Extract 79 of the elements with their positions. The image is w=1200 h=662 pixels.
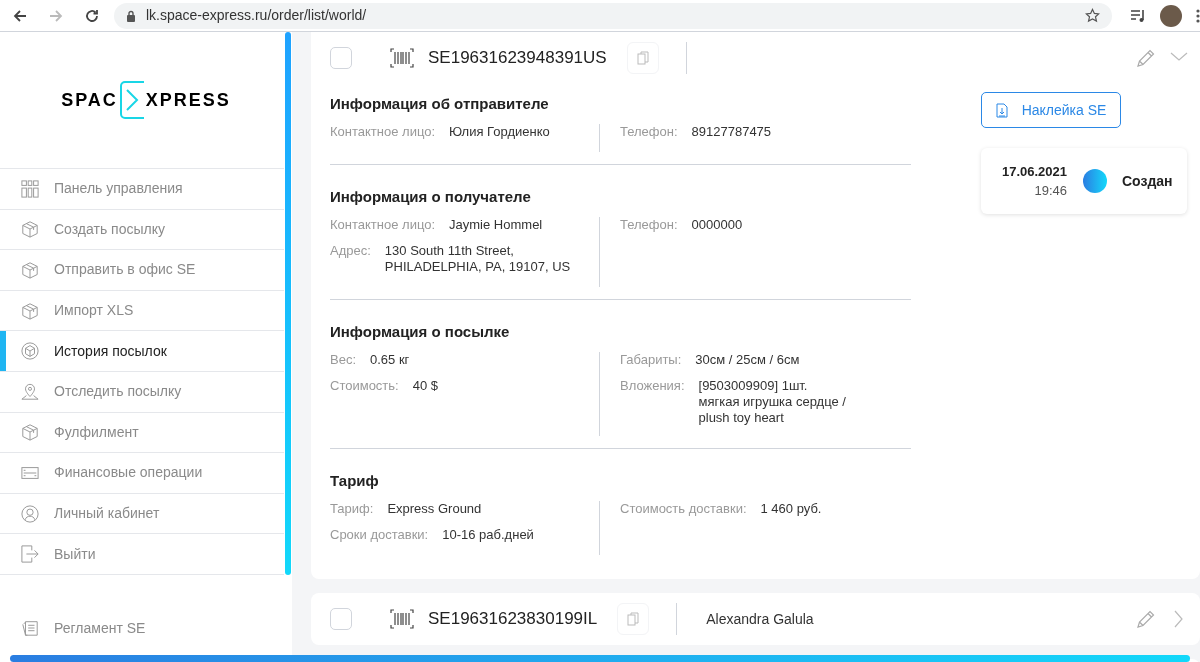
status-time: 19:46	[1034, 182, 1067, 200]
field-value: 40 $	[412, 378, 438, 394]
sidebar-item[interactable]: Отправить в офис SE	[0, 250, 284, 291]
menu-icon[interactable]	[1196, 8, 1200, 23]
barcode-icon	[390, 609, 414, 629]
sidebar-item[interactable]: Создать посылку	[0, 209, 284, 251]
sidebar-item[interactable]: Отследить посылку	[0, 371, 284, 413]
field-value: Юлия Гордиенко	[449, 124, 550, 140]
sidebar-item[interactable]: Фулфилмент	[0, 412, 284, 454]
user-circle-icon	[21, 504, 39, 523]
sticker-button[interactable]: Наклейка SE	[981, 92, 1121, 128]
section-title: Информация об отправителе	[330, 93, 550, 114]
pencil-icon[interactable]	[1136, 609, 1156, 629]
url-text: lk.space-express.ru/order/list/world/	[146, 6, 367, 25]
field-value: [9503009909] 1шт. мягкая игрушка сердце / plush toy heart	[698, 378, 846, 426]
file-download-icon	[995, 102, 1008, 118]
field-label: Адрес:	[330, 243, 371, 260]
tracking-number: SE19631623830199IL	[428, 608, 598, 631]
copy-icon	[627, 612, 640, 626]
status-label: Создан	[1122, 171, 1173, 191]
field-label: Стоимость:	[330, 378, 399, 394]
sidebar-item[interactable]: Финансовые операции	[0, 453, 284, 494]
section-title: Информация о получателе	[330, 186, 532, 207]
sidebar-item[interactable]: Личный кабинет	[0, 493, 284, 535]
sidebar-item[interactable]: История посылок	[0, 331, 284, 372]
field-label: Тариф:	[330, 501, 374, 517]
field-value: 10-16 раб.дней	[442, 527, 534, 543]
field-value: Jaymie Hommel	[449, 217, 543, 233]
logout-icon	[21, 545, 39, 564]
field-value: 130 South 11th Street, PHILADELPHIA, PA, 19107, US	[384, 243, 571, 275]
address-bar[interactable]: lk.space-express.ru/order/list/world/	[114, 2, 1112, 29]
grid-icon	[21, 179, 39, 198]
box-circle-icon	[21, 342, 39, 361]
bookmark-star-icon[interactable]	[1085, 8, 1100, 23]
field-label: Телефон:	[620, 124, 678, 140]
sidebar-item[interactable]: Выйти	[0, 534, 284, 575]
field-label: Стоимость доставки:	[620, 501, 747, 517]
field-label: Контактное лицо:	[330, 124, 436, 140]
field-label: Телефон:	[620, 217, 678, 233]
logo: SPAC XPRESS	[61, 81, 231, 119]
box-icon	[21, 261, 39, 279]
horizontal-scrollbar[interactable]	[10, 655, 1190, 662]
back-icon[interactable]	[12, 7, 28, 24]
avatar[interactable]	[1160, 4, 1182, 27]
sidebar-item[interactable]: Панель управления	[0, 169, 284, 210]
field-value: Express Ground	[387, 501, 482, 517]
tracking-number: SE19631623948391US	[428, 47, 607, 70]
checkbox[interactable]	[330, 47, 352, 69]
status-date: 17.06.2021	[1001, 162, 1067, 181]
scrollbar[interactable]	[285, 32, 291, 575]
field-label: Вес:	[330, 352, 356, 368]
box-icon	[21, 301, 39, 320]
copy-icon	[636, 51, 649, 65]
field-value: 89127787475	[691, 124, 772, 140]
barcode-icon	[390, 48, 414, 68]
recipient-name: Alexandra Galula	[706, 609, 814, 629]
field-value: 1 460 руб.	[760, 501, 822, 517]
section-title: Тариф	[330, 470, 380, 491]
sidebar-item[interactable]: Регламент SE	[0, 608, 284, 648]
box-icon	[21, 423, 39, 442]
field-label: Габариты:	[620, 352, 682, 368]
playlist-icon[interactable]	[1130, 8, 1146, 23]
field-label: Вложения:	[620, 378, 685, 395]
copy-button[interactable]	[626, 42, 659, 74]
section-title: Информация о посылке	[330, 321, 511, 342]
field-value: 0000000	[691, 217, 743, 233]
documents-icon	[21, 619, 39, 637]
sidebar-item[interactable]: Импорт XLS	[0, 290, 284, 332]
checkbox[interactable]	[330, 608, 352, 630]
field-label: Сроки доставки:	[330, 527, 429, 543]
location-pin-icon	[21, 382, 39, 401]
lock-icon	[126, 9, 136, 22]
pencil-icon[interactable]	[1136, 48, 1156, 68]
field-value: 0.65 кг	[370, 352, 410, 368]
field-value: 30см / 25см / 6см	[695, 352, 800, 368]
copy-button[interactable]	[617, 603, 650, 635]
box-icon	[21, 220, 39, 239]
field-label: Контактное лицо:	[330, 217, 436, 233]
reload-icon[interactable]	[84, 7, 100, 24]
